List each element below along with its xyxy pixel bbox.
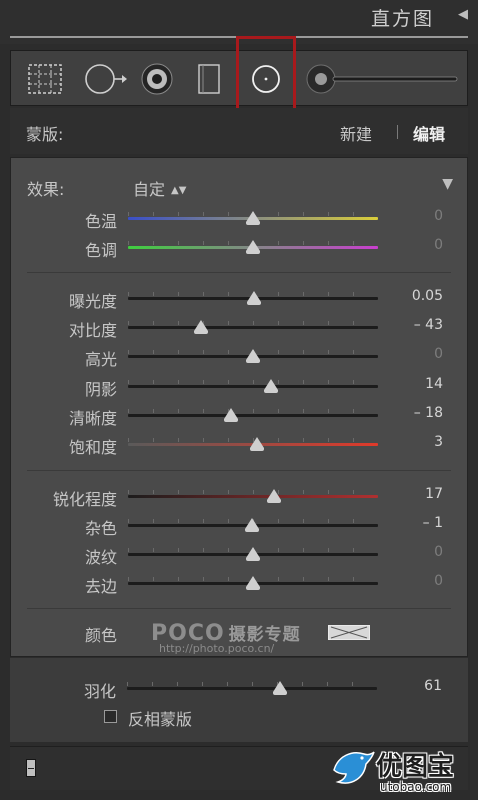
slider-label: 羽化	[83, 682, 116, 701]
triangle-down-icon[interactable]: ▼	[442, 176, 453, 192]
divider	[27, 470, 451, 471]
circle-dot-icon[interactable]	[236, 36, 296, 122]
divider	[27, 272, 451, 273]
slider-thumb[interactable]	[249, 437, 264, 451]
slider-value[interactable]: 0	[393, 346, 443, 362]
slider-saturation: 饱和度 3	[11, 430, 467, 458]
slider-ticks	[128, 380, 378, 384]
slider-label: 对比度	[68, 321, 117, 340]
slider-sharpness: 锐化程度 17	[11, 482, 467, 510]
slider-thumb[interactable]	[244, 518, 259, 532]
slider-value[interactable]: 14	[393, 376, 443, 392]
slider-contrast: 对比度 – 43	[11, 313, 467, 341]
slider-thumb[interactable]	[247, 291, 262, 305]
slider-thumb[interactable]	[246, 211, 260, 225]
invert-mask-label: 反相蒙版	[128, 710, 193, 729]
slider-noise: 杂色 – 1	[11, 511, 467, 539]
circle-arrow-icon[interactable]	[79, 51, 131, 107]
panel-title: 直方图	[370, 8, 434, 30]
slider-value[interactable]: 61	[392, 678, 442, 694]
watermark-url: http://photo.poco.cn/	[159, 642, 275, 655]
rectangle-icon[interactable]	[191, 51, 227, 107]
brand-name: 优图宝	[376, 752, 455, 782]
edit-mask-button[interactable]: 编辑	[413, 121, 445, 145]
slider-thumb[interactable]	[263, 379, 278, 393]
header-divider	[10, 36, 468, 38]
triangle-left-icon[interactable]: ◀	[458, 7, 468, 22]
slider-track[interactable]	[127, 687, 377, 690]
color-label: 颜色	[84, 626, 117, 645]
mask-row: 蒙版: 新建 编辑	[10, 108, 468, 154]
slider-value[interactable]: – 43	[393, 317, 443, 333]
color-swatch[interactable]	[328, 625, 370, 640]
slider-label: 锐化程度	[52, 490, 117, 509]
slider-label: 杂色	[84, 519, 117, 538]
slider-ticks	[128, 409, 378, 413]
slider-value[interactable]: 17	[393, 486, 443, 502]
updown-arrows-icon: ▲▼	[171, 185, 187, 196]
slider-thumb[interactable]	[246, 240, 260, 254]
slider-clarity: 清晰度 – 18	[11, 401, 467, 429]
slider-exposure: 曝光度 0.05	[11, 284, 467, 312]
slider-label: 波纹	[84, 548, 117, 567]
slider-value[interactable]: 0.05	[393, 288, 443, 304]
slider-ticks	[128, 490, 378, 494]
slider-track[interactable]	[128, 326, 378, 329]
slider-label: 清晰度	[68, 409, 117, 428]
slider-shadows: 阴影 14	[11, 372, 467, 400]
slider-value[interactable]: 0	[393, 544, 443, 560]
slider-thumb[interactable]	[246, 547, 260, 561]
slider-label: 去边	[84, 577, 117, 596]
crop-grid-icon[interactable]	[23, 51, 67, 107]
slider-temp: 色温 0	[11, 204, 467, 232]
slider-ticks	[128, 321, 378, 325]
effect-label: 效果:	[27, 180, 65, 199]
slider-track[interactable]	[128, 385, 378, 388]
slider-label: 阴影	[84, 380, 117, 399]
slider-thumb[interactable]	[246, 576, 260, 590]
slider-ticks	[127, 682, 377, 686]
site-brand: 优图宝 utobao.com	[330, 740, 478, 800]
slider-value[interactable]: 3	[393, 434, 443, 450]
invert-mask-checkbox[interactable]	[104, 710, 117, 723]
bird-logo-icon	[333, 751, 375, 784]
mask-separator	[397, 125, 398, 139]
slider-tint: 色调 0	[11, 233, 467, 261]
slider-label: 饱和度	[68, 438, 117, 457]
slider-defringe: 去边 0	[11, 569, 467, 597]
slider-value[interactable]: – 1	[393, 515, 443, 531]
slider-track[interactable]	[128, 414, 378, 417]
slider-label: 高光	[84, 350, 117, 369]
eye-icon[interactable]	[137, 51, 177, 107]
slider-label: 曝光度	[68, 292, 117, 311]
adjustments-panel: 效果: 自定 ▲▼ ▼ 颜色 POCO 摄影专题 http://photo.poco…	[10, 157, 468, 657]
divider	[27, 608, 451, 609]
histogram-header: 直方图 ◀	[0, 0, 478, 44]
toggle-switch-icon[interactable]	[26, 759, 36, 777]
slider-thumb[interactable]	[193, 320, 208, 334]
slider-thumb[interactable]	[223, 408, 238, 422]
mask-label: 蒙版:	[26, 125, 64, 144]
effect-preset-select[interactable]: 自定 ▲▼	[133, 176, 186, 200]
slider-value[interactable]: – 18	[393, 405, 443, 421]
feather-slider: 羽化 61	[10, 674, 466, 702]
slider-value[interactable]: 0	[393, 208, 443, 224]
brush-icon[interactable]	[301, 51, 461, 107]
slider-label: 色温	[84, 212, 117, 231]
slider-thumb[interactable]	[272, 681, 287, 695]
slider-moire: 波纹 0	[11, 540, 467, 568]
slider-track[interactable]	[128, 495, 378, 498]
slider-label: 色调	[84, 241, 117, 260]
feather-section: 羽化 61 反相蒙版	[10, 658, 468, 742]
brand-domain: utobao.com	[380, 780, 452, 794]
new-mask-button[interactable]: 新建	[340, 121, 372, 145]
slider-thumb[interactable]	[246, 349, 260, 363]
effect-preset-value: 自定	[133, 180, 166, 199]
slider-value[interactable]: 0	[393, 573, 443, 589]
slider-thumb[interactable]	[267, 489, 282, 503]
slider-value[interactable]: 0	[393, 237, 443, 253]
slider-highlights: 高光 0	[11, 342, 467, 370]
tool-strip	[10, 36, 468, 122]
